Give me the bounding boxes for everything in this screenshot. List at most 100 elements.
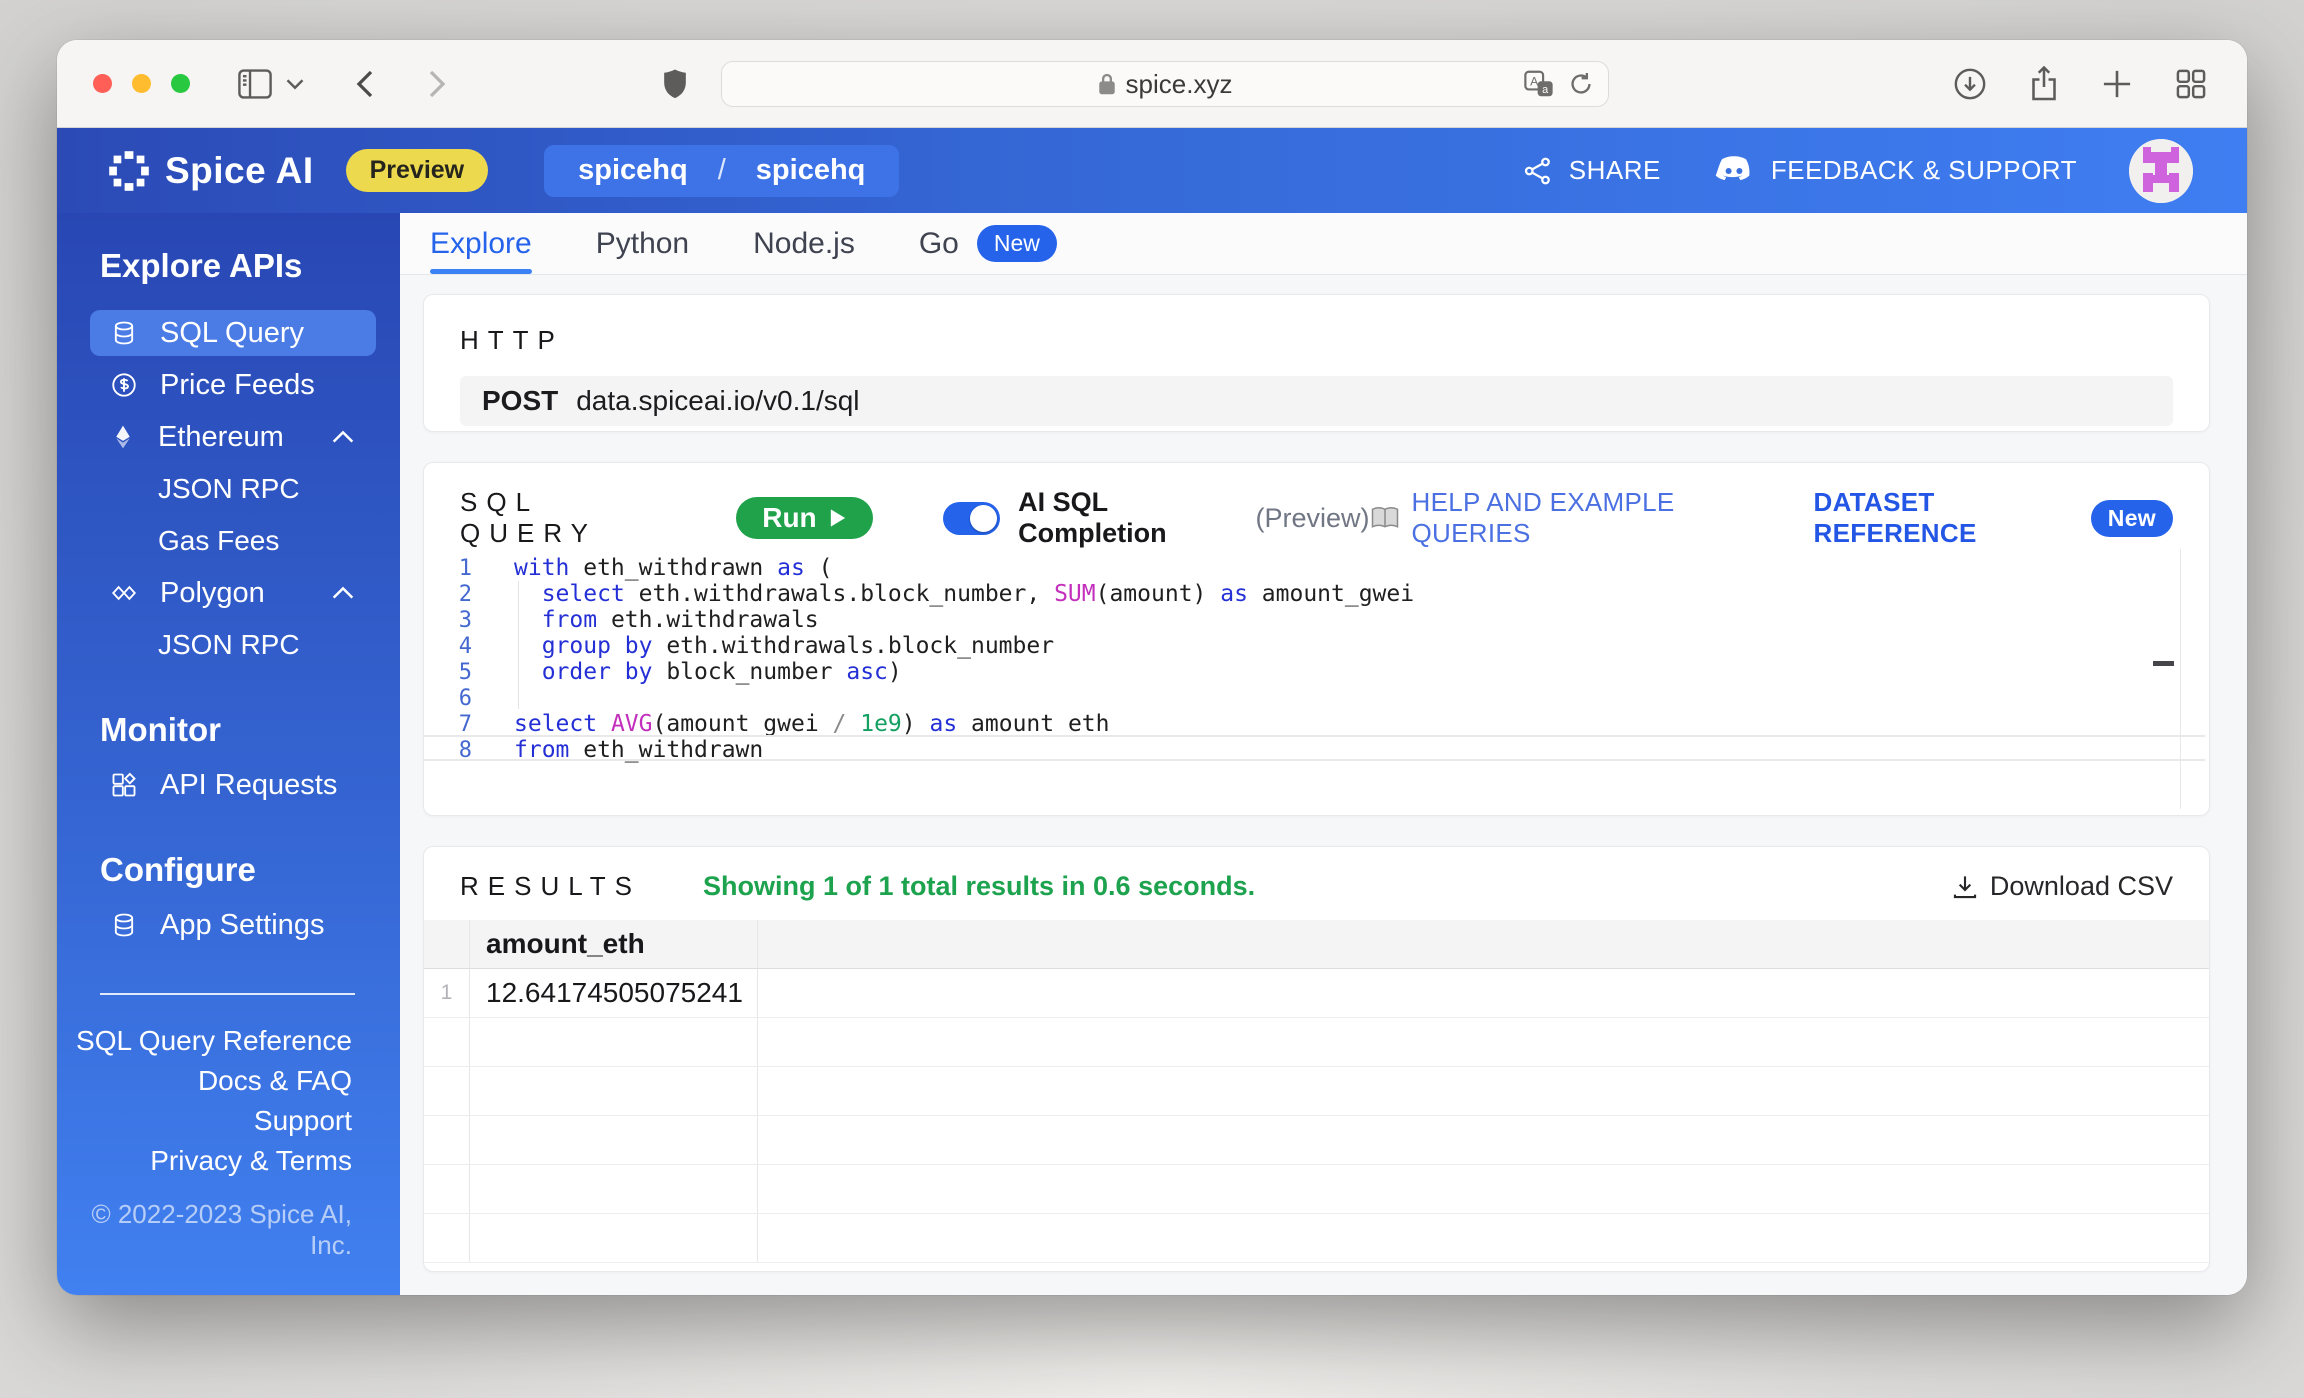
help-link-label: HELP AND EXAMPLE QUERIES — [1411, 487, 1675, 548]
grid-tiles-icon — [110, 771, 138, 799]
sidebar-item-label: JSON RPC — [158, 629, 300, 660]
http-method: POST — [482, 385, 559, 416]
tab-overview-icon[interactable] — [2175, 66, 2207, 102]
lock-icon — [1098, 72, 1116, 96]
monitor-heading: Monitor — [100, 711, 221, 748]
url-text: spice.xyz — [1125, 68, 1233, 99]
indent-guide — [518, 581, 519, 709]
translate-icon[interactable]: A a — [1524, 70, 1554, 98]
close-window-button[interactable] — [93, 74, 112, 93]
scroll-indicator[interactable] — [2153, 661, 2174, 666]
help-example-queries-link[interactable]: HELP AND EXAMPLE QUERIES — [1370, 487, 1768, 549]
reload-icon[interactable] — [1568, 71, 1594, 97]
play-icon — [829, 508, 847, 528]
language-tabbar: Explore Python Node.js Go New — [400, 213, 2247, 275]
code-line[interactable]: 4 group by eth.withdrawals.block_number — [424, 633, 2209, 659]
sidebar-item-gas-fees[interactable]: Gas Fees — [57, 515, 400, 567]
sidebar-divider — [100, 993, 355, 995]
app-name[interactable]: spicehq — [756, 154, 866, 187]
sidebar-item-polygon[interactable]: Polygon — [90, 570, 376, 616]
brand[interactable]: Spice AI — [107, 149, 314, 193]
editor-scroll-gutter[interactable] — [2153, 549, 2181, 809]
code-line[interactable]: 5 order by block_number asc) — [424, 659, 2209, 685]
sidebar-item-label: API Requests — [160, 768, 338, 801]
line-number: 2 — [458, 581, 472, 607]
tab-python[interactable]: Python — [596, 213, 689, 274]
sql-editor[interactable]: 1 with eth_withdrawn as ( 2 select eth.w… — [424, 541, 2209, 809]
link-support[interactable]: Support — [57, 1101, 400, 1141]
zoom-window-button[interactable] — [171, 74, 190, 93]
new-badge: New — [2090, 499, 2173, 537]
spice-ai-logo-icon — [107, 149, 151, 193]
sidebar-item-ethereum[interactable]: Ethereum — [90, 414, 376, 460]
breadcrumb-slash: / — [717, 154, 726, 186]
shield-icon[interactable] — [662, 68, 688, 100]
endpoint-box: POST data.spiceai.io/v0.1/sql — [460, 376, 2173, 426]
dataset-reference-label: DATASET REFERENCE — [1813, 487, 1977, 548]
empty-table-row — [424, 1067, 2209, 1116]
http-label: HTTP — [460, 325, 564, 355]
row-number-header — [424, 920, 470, 968]
forward-icon[interactable] — [428, 69, 446, 99]
link-docs-faq[interactable]: Docs & FAQ — [57, 1061, 400, 1101]
sidebar-item-label: App Settings — [160, 908, 325, 941]
code-line[interactable]: 1 with eth_withdrawn as ( — [424, 555, 2209, 581]
feedback-support-button[interactable]: FEEDBACK & SUPPORT — [1713, 154, 2077, 188]
code-line[interactable]: 2 select eth.withdrawals.block_number, S… — [424, 581, 2209, 607]
column-header-amount-eth: amount_eth — [470, 920, 758, 968]
ai-sql-completion-toggle[interactable] — [942, 501, 1001, 535]
configure-heading: Configure — [100, 851, 256, 888]
results-label: RESULTS — [460, 871, 641, 901]
sidebar-item-json-rpc-polygon[interactable]: JSON RPC — [57, 619, 400, 671]
table-row[interactable]: 1 12.64174505075241 — [424, 969, 2209, 1018]
back-icon[interactable] — [356, 69, 374, 99]
new-tab-icon[interactable] — [2101, 66, 2133, 102]
row-number: 1 — [424, 969, 470, 1017]
table-header-row: amount_eth — [424, 920, 2209, 969]
http-card: HTTP POST data.spiceai.io/v0.1/sql — [423, 294, 2210, 432]
line-number: 5 — [458, 659, 472, 685]
org-switcher[interactable]: spicehq / spicehq — [544, 144, 900, 197]
chevron-down-icon[interactable] — [286, 78, 304, 90]
empty-table-row — [424, 1165, 2209, 1214]
line-number: 7 — [458, 711, 472, 737]
run-button[interactable]: Run — [736, 497, 873, 539]
link-privacy-terms[interactable]: Privacy & Terms — [57, 1141, 400, 1181]
empty-table-row — [424, 1116, 2209, 1165]
sidebar-toggle-icon[interactable] — [238, 68, 272, 99]
sidebar-item-api-requests[interactable]: API Requests — [90, 762, 376, 808]
link-sql-query-reference[interactable]: SQL Query Reference — [57, 1021, 400, 1061]
explore-apis-heading: Explore APIs — [100, 247, 303, 284]
download-csv-button[interactable]: Download CSV — [1952, 871, 2173, 902]
chevron-up-icon — [332, 586, 354, 600]
empty-table-row — [424, 1018, 2209, 1067]
org-name[interactable]: spicehq — [578, 154, 688, 187]
code-line[interactable]: 7 select AVG(amount_gwei / 1e9) as amoun… — [424, 711, 2209, 737]
preview-badge: Preview — [345, 149, 489, 192]
sidebar-item-app-settings[interactable]: App Settings — [90, 902, 376, 948]
sidebar-item-json-rpc-ethereum[interactable]: JSON RPC — [57, 463, 400, 515]
sql-query-label: SQL QUERY — [460, 487, 597, 548]
ai-completion-preview: (Preview) — [1255, 502, 1370, 533]
share-icon[interactable] — [2029, 65, 2059, 102]
endpoint-url: data.spiceai.io/v0.1/sql — [576, 385, 860, 416]
database-icon — [110, 911, 138, 939]
share-button[interactable]: SHARE — [1523, 155, 1661, 186]
tab-explore[interactable]: Explore — [430, 213, 532, 274]
downloads-icon[interactable] — [1953, 66, 1987, 102]
tab-go[interactable]: Go New — [919, 213, 1057, 274]
avatar[interactable] — [2129, 138, 2193, 203]
download-icon — [1952, 874, 1978, 900]
code-line[interactable]: 3 from eth.withdrawals — [424, 607, 2209, 633]
sidebar-item-label: Price Feeds — [160, 368, 315, 401]
code-line[interactable]: 6 — [424, 685, 2209, 711]
sidebar-item-sql-query[interactable]: SQL Query — [90, 310, 376, 356]
dataset-reference-link[interactable]: DATASET REFERENCE New — [1814, 487, 2173, 549]
minimize-window-button[interactable] — [132, 74, 151, 93]
sidebar-item-label: JSON RPC — [158, 473, 300, 504]
address-bar[interactable]: spice.xyz A a — [721, 61, 1609, 107]
sidebar-item-price-feeds[interactable]: Price Feeds — [90, 362, 376, 408]
ethereum-icon — [110, 423, 136, 451]
share-label: SHARE — [1568, 155, 1661, 185]
tab-nodejs[interactable]: Node.js — [753, 213, 855, 274]
